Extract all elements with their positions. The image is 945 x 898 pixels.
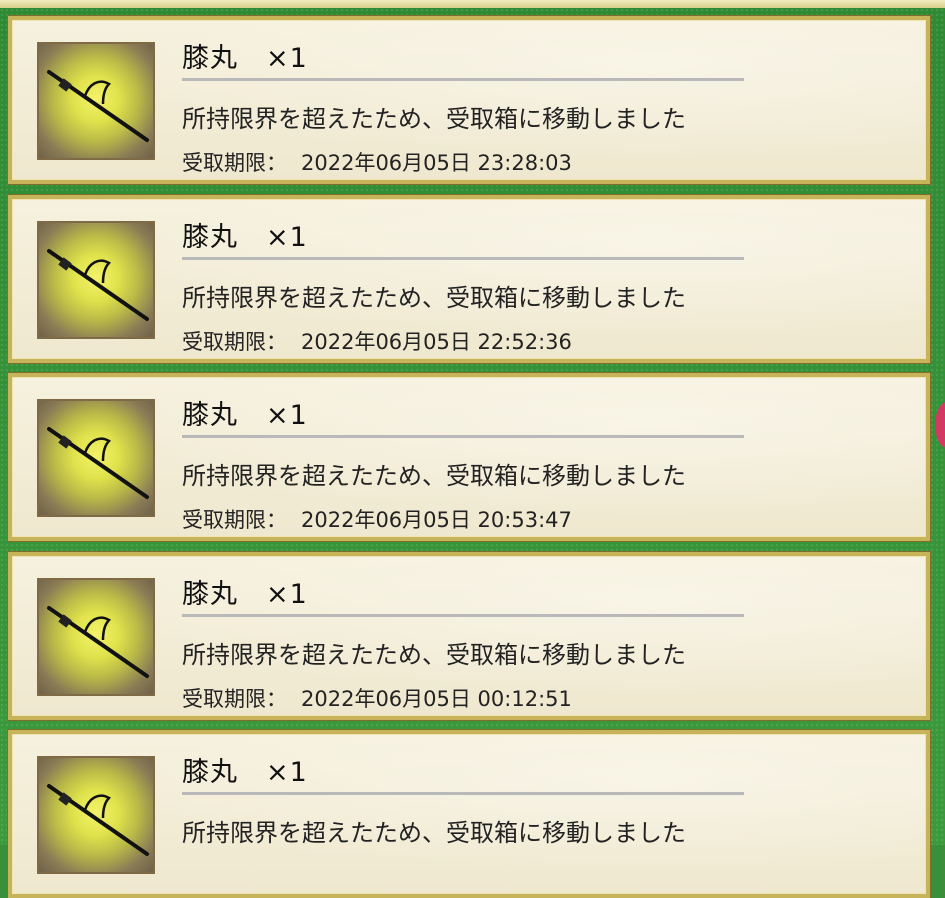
item-title: 膝丸 ×1 xyxy=(182,43,308,74)
item-expiry xyxy=(182,861,196,885)
list-item[interactable]: 膝丸 ×1 所持限界を超えたため、受取箱に移動しました 受取期限： 2022年06… xyxy=(7,15,931,185)
item-expiry: 受取期限： 2022年06月05日 23:28:03 xyxy=(182,147,572,177)
expiry-label: 受取期限： xyxy=(182,687,287,711)
divider xyxy=(182,614,744,617)
item-expiry: 受取期限： 2022年06月05日 22:52:36 xyxy=(182,326,572,356)
item-message: 所持限界を超えたため、受取箱に移動しました xyxy=(182,462,686,490)
divider xyxy=(182,792,744,795)
list-item[interactable]: 膝丸 ×1 所持限界を超えたため、受取箱に移動しました 受取期限： 2022年06… xyxy=(7,372,931,542)
top-strip xyxy=(0,0,945,8)
divider xyxy=(182,78,744,81)
list-item[interactable]: 膝丸 ×1 所持限界を超えたため、受取箱に移動しました 受取期限： 2022年06… xyxy=(7,551,931,721)
item-message: 所持限界を超えたため、受取箱に移動しました xyxy=(182,819,686,847)
tachi-sword-icon xyxy=(37,42,155,160)
divider xyxy=(182,435,744,438)
list-item[interactable]: 膝丸 ×1 所持限界を超えたため、受取箱に移動しました 受取期限： 2022年06… xyxy=(7,194,931,364)
item-message: 所持限界を超えたため、受取箱に移動しました xyxy=(182,641,686,669)
tachi-sword-icon xyxy=(37,578,155,696)
item-title: 膝丸 ×1 xyxy=(182,400,308,431)
item-title: 膝丸 ×1 xyxy=(182,579,308,610)
item-expiry: 受取期限： 2022年06月05日 20:53:47 xyxy=(182,504,572,534)
expiry-value: 2022年06月05日 23:28:03 xyxy=(301,151,572,175)
item-expiry: 受取期限： 2022年06月05日 00:12:51 xyxy=(182,683,572,713)
item-message: 所持限界を超えたため、受取箱に移動しました xyxy=(182,284,686,312)
tachi-sword-icon xyxy=(37,756,155,874)
expiry-value: 2022年06月05日 22:52:36 xyxy=(301,330,572,354)
expiry-value: 2022年06月05日 20:53:47 xyxy=(301,508,572,532)
item-message: 所持限界を超えたため、受取箱に移動しました xyxy=(182,105,686,133)
list-item[interactable]: 膝丸 ×1 所持限界を超えたため、受取箱に移動しました xyxy=(7,729,931,898)
expiry-label: 受取期限： xyxy=(182,151,287,175)
expiry-label: 受取期限： xyxy=(182,330,287,354)
expiry-value: 2022年06月05日 00:12:51 xyxy=(301,687,572,711)
divider xyxy=(182,257,744,260)
item-title: 膝丸 ×1 xyxy=(182,222,308,253)
tachi-sword-icon xyxy=(37,221,155,339)
tachi-sword-icon xyxy=(37,399,155,517)
item-title: 膝丸 ×1 xyxy=(182,757,308,788)
expiry-label: 受取期限： xyxy=(182,508,287,532)
